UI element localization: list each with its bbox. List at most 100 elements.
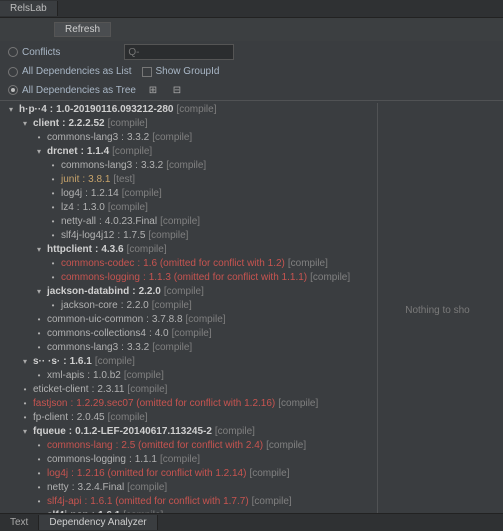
dep-version: 2.2.0 bbox=[126, 299, 148, 313]
tree-node[interactable]: commons-lang3 : 3.3.2 [compile] bbox=[2, 341, 373, 355]
radio-icon bbox=[8, 67, 18, 77]
dep-scope: [compile] bbox=[152, 131, 192, 145]
dep-scope: [compile] bbox=[148, 229, 188, 243]
bullet-icon bbox=[48, 201, 58, 215]
tree-node[interactable]: log4j : 1.2.16 (omitted for conflict wit… bbox=[2, 467, 373, 481]
tree-node[interactable]: fqueue : 0.1.2-LEF-20140617.113245-2 [co… bbox=[2, 425, 373, 439]
tree-node[interactable]: client : 2.2.2.52 [compile] bbox=[2, 117, 373, 131]
tree-node[interactable]: commons-lang3 : 3.3.2 [compile] bbox=[2, 131, 373, 145]
tree-node[interactable]: commons-lang : 2.5 (omitted for conflict… bbox=[2, 439, 373, 453]
dep-name: commons-logging bbox=[47, 453, 126, 467]
dep-version: 1.2.14 bbox=[91, 187, 119, 201]
dep-scope: [compile] bbox=[310, 271, 350, 285]
tree-node[interactable]: xml-apis : 1.0.b2 [compile] bbox=[2, 369, 373, 383]
bullet-icon bbox=[34, 327, 44, 341]
tree-node[interactable]: jackson-databind : 2.2.0 [compile] bbox=[2, 285, 373, 299]
tree-node[interactable]: log4j : 1.2.14 [compile] bbox=[2, 187, 373, 201]
tree-node[interactable]: drcnet : 1.1.4 [compile] bbox=[2, 145, 373, 159]
bullet-icon bbox=[20, 411, 30, 425]
search-input[interactable] bbox=[124, 44, 234, 60]
tree-node[interactable]: slf4j-api : 1.6.1 (omitted for conflict … bbox=[2, 495, 373, 509]
dep-scope: [compile] bbox=[166, 159, 206, 173]
dep-version: 1.3.0 bbox=[83, 201, 105, 215]
dep-version: 4.3.6 bbox=[101, 243, 123, 257]
tree-node[interactable]: commons-logging : 1.1.3 (omitted for con… bbox=[2, 271, 373, 285]
chevron-down-icon[interactable] bbox=[20, 425, 30, 439]
dep-scope: [compile] bbox=[152, 341, 192, 355]
dep-version: 2.2.0 bbox=[139, 285, 161, 299]
dep-name: jackson-databind bbox=[47, 285, 129, 299]
dep-version: 1.6.1 (omitted for conflict with 1.7.7) bbox=[90, 495, 248, 509]
radio-icon bbox=[8, 85, 18, 95]
refresh-button[interactable]: Refresh bbox=[54, 22, 111, 37]
radio-icon bbox=[8, 47, 18, 57]
chevron-down-icon[interactable] bbox=[20, 117, 30, 131]
detail-empty-text: Nothing to sho bbox=[405, 304, 470, 318]
groupid-checkbox[interactable]: Show GroupId bbox=[142, 66, 220, 77]
tree-node[interactable]: commons-codec : 1.6 (omitted for conflic… bbox=[2, 257, 373, 271]
tree-node[interactable]: s·· ·s· : 1.6.1 [compile] bbox=[2, 355, 373, 369]
dep-name: slf4j-api bbox=[47, 495, 81, 509]
tree-node[interactable]: junit : 3.8.1 [test] bbox=[2, 173, 373, 187]
dep-scope: [compile] bbox=[108, 411, 148, 425]
tree-node[interactable]: httpclient : 4.3.6 [compile] bbox=[2, 243, 373, 257]
expand-all-icon[interactable]: ⊞ bbox=[146, 83, 160, 97]
dep-version: 1.2.29.sec07 (omitted for conflict with … bbox=[76, 397, 275, 411]
dep-scope: [compile] bbox=[108, 117, 148, 131]
dep-version: 3.8.1 bbox=[88, 173, 110, 187]
conflicts-radio[interactable]: Conflicts bbox=[8, 47, 60, 58]
dep-version: 3.3.2 bbox=[127, 341, 149, 355]
chevron-down-icon[interactable] bbox=[34, 145, 44, 159]
dep-version: 2.0.45 bbox=[77, 411, 105, 425]
dep-name: junit bbox=[61, 173, 79, 187]
tree-node[interactable]: commons-lang3 : 3.3.2 [compile] bbox=[2, 159, 373, 173]
bullet-icon bbox=[34, 439, 44, 453]
dep-scope: [compile] bbox=[278, 397, 318, 411]
top-tab[interactable]: RelsLab bbox=[0, 1, 58, 16]
dep-name: fp-client bbox=[33, 411, 68, 425]
tree-node[interactable]: slf4j-log4j12 : 1.7.5 [compile] bbox=[2, 229, 373, 243]
tree-node[interactable]: netty-all : 4.0.23.Final [compile] bbox=[2, 215, 373, 229]
chevron-down-icon[interactable] bbox=[34, 243, 44, 257]
dep-scope: [compile] bbox=[160, 215, 200, 229]
tree-node[interactable]: lz4 : 1.3.0 [compile] bbox=[2, 201, 373, 215]
tree-node[interactable]: h·p··4 : 1.0-20190116.093212-280 [compil… bbox=[2, 103, 373, 117]
bullet-icon bbox=[34, 313, 44, 327]
tree-node[interactable]: eticket-client : 2.3.11 [compile] bbox=[2, 383, 373, 397]
bullet-icon bbox=[48, 257, 58, 271]
bullet-icon bbox=[48, 271, 58, 285]
tree-node[interactable]: fp-client : 2.0.45 [compile] bbox=[2, 411, 373, 425]
dep-name: slf4j-log4j12 bbox=[61, 229, 114, 243]
dependency-tree[interactable]: h·p··4 : 1.0-20190116.093212-280 [compil… bbox=[2, 103, 373, 519]
dep-scope: [compile] bbox=[124, 369, 164, 383]
tree-node[interactable]: commons-logging : 1.1.1 [compile] bbox=[2, 453, 373, 467]
checkbox-icon bbox=[142, 67, 152, 77]
tree-node[interactable]: fastjson : 1.2.29.sec07 (omitted for con… bbox=[2, 397, 373, 411]
dep-name: fqueue bbox=[33, 425, 66, 439]
dep-name: commons-codec bbox=[61, 257, 134, 271]
chevron-down-icon[interactable] bbox=[34, 285, 44, 299]
bullet-icon bbox=[20, 383, 30, 397]
dep-scope: [compile] bbox=[122, 187, 162, 201]
bullet-icon bbox=[34, 495, 44, 509]
dep-name: netty bbox=[47, 481, 69, 495]
dep-scope: [compile] bbox=[164, 285, 204, 299]
bottom-tab-text[interactable]: Text bbox=[0, 515, 39, 530]
dep-version: 2.3.11 bbox=[97, 383, 124, 397]
tree-node[interactable]: common-uic-common : 3.7.8.8 [compile] bbox=[2, 313, 373, 327]
chevron-down-icon[interactable] bbox=[20, 355, 30, 369]
dep-name: netty-all bbox=[61, 215, 96, 229]
collapse-all-icon[interactable]: ⊟ bbox=[170, 83, 184, 97]
bottom-tab-analyzer[interactable]: Dependency Analyzer bbox=[39, 515, 157, 530]
tree-radio[interactable]: All Dependencies as Tree bbox=[8, 85, 136, 96]
dep-name: h·p··4 bbox=[19, 103, 47, 117]
tree-node[interactable]: jackson-core : 2.2.0 [compile] bbox=[2, 299, 373, 313]
dep-scope: [compile] bbox=[127, 481, 167, 495]
bullet-icon bbox=[48, 187, 58, 201]
chevron-down-icon[interactable] bbox=[6, 103, 16, 117]
tree-node[interactable]: netty : 3.2.4.Final [compile] bbox=[2, 481, 373, 495]
dep-name: log4j bbox=[47, 467, 68, 481]
list-radio[interactable]: All Dependencies as List bbox=[8, 66, 132, 77]
dep-scope: [compile] bbox=[252, 495, 292, 509]
tree-node[interactable]: commons-collections4 : 4.0 [compile] bbox=[2, 327, 373, 341]
